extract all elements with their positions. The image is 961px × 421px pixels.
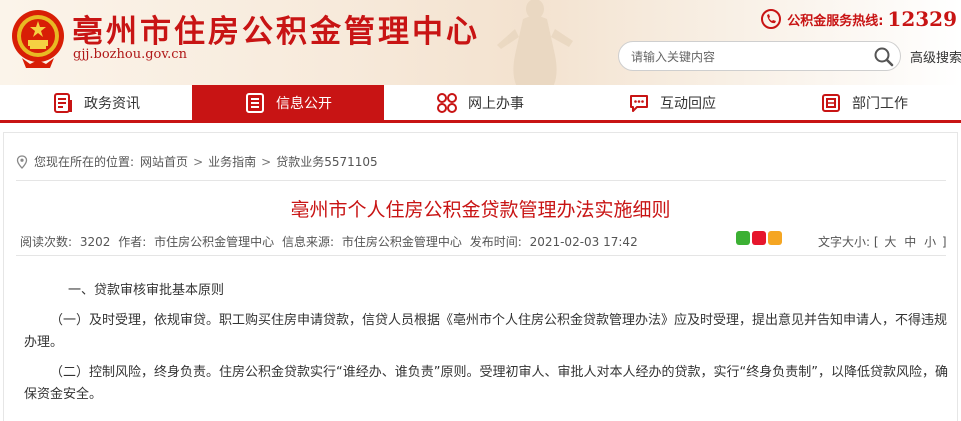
nav-item-online-services[interactable]: 网上办事 — [384, 85, 576, 120]
article-paragraph: （二）控制风险，终身负责。住房公积金贷款实行“谁经办、谁负责”原则。受理初审人、… — [24, 365, 948, 402]
weibo-share-icon[interactable] — [752, 231, 766, 245]
national-emblem-icon — [12, 10, 64, 68]
bracket-close: ] — [941, 235, 947, 249]
site-title: 亳州市住房公积金管理中心 — [72, 14, 480, 50]
divider — [16, 255, 946, 256]
search-input[interactable] — [631, 48, 861, 66]
hotline: 公积金服务热线: 12329 — [761, 7, 957, 31]
advanced-search-link[interactable]: 高级搜索 — [910, 47, 961, 66]
statue-silhouette-image — [497, 0, 573, 85]
source-value: 市住房公积金管理中心 — [341, 235, 462, 249]
hotline-label: 公积金服务热线: — [787, 13, 884, 29]
breadcrumb-home[interactable]: 网站首页 — [140, 153, 188, 170]
briefcase-icon — [822, 93, 840, 112]
site-header: 亳州市住房公积金管理中心 gjj.bozhou.gov.cn 公积金服务热线: … — [0, 0, 961, 85]
search-icon[interactable] — [872, 45, 896, 69]
nav-item-department-work[interactable]: 部门工作 — [768, 85, 960, 120]
font-size-medium-button[interactable]: 中 — [904, 235, 916, 249]
views-label: 阅读次数: — [20, 235, 73, 249]
breadcrumb-separator: > — [261, 154, 272, 169]
hotline-number: 12329 — [887, 7, 957, 31]
author-label: 作者: — [118, 235, 147, 249]
nav-item-news[interactable]: 政务资讯 — [0, 85, 192, 120]
font-size-control: 文字大小: [ 大 中 小 ] — [818, 233, 947, 250]
section-heading: 一、贷款审核审批基本原则 — [68, 283, 225, 298]
breadcrumb-loan[interactable]: 贷款业务5571105 — [276, 153, 377, 170]
phone-icon — [761, 9, 782, 29]
date-label: 发布时间: — [469, 235, 522, 249]
source-label: 信息来源: — [281, 235, 335, 249]
divider — [16, 180, 946, 181]
nav-label: 网上办事 — [468, 95, 524, 112]
nav-label: 信息公开 — [276, 95, 332, 112]
nav-label: 政务资讯 — [84, 95, 140, 112]
article-meta: 阅读次数: 3202 作者: 市住房公积金管理中心 信息来源: 市住房公积金管理… — [20, 233, 642, 250]
breadcrumb: 您现在所在的位置: 网站首页 > 业务指南 > 贷款业务5571105 — [16, 153, 378, 170]
bracket-open: [ — [873, 235, 879, 249]
font-size-small-button[interactable]: 小 — [924, 235, 936, 249]
nav-label: 部门工作 — [852, 95, 908, 112]
nav-item-interaction[interactable]: 互动回应 — [576, 85, 768, 120]
search-box — [618, 41, 901, 71]
article-paragraph: （一）及时受理，依规审贷。职工购买住房申请贷款，信贷人员根据《亳州市个人住房公积… — [24, 313, 948, 350]
font-size-large-button[interactable]: 大 — [884, 235, 896, 249]
article-panel: 您现在所在的位置: 网站首页 > 业务指南 > 贷款业务5571105 亳州市个… — [3, 132, 958, 421]
grid-icon — [437, 92, 457, 113]
article-title: 亳州市个人住房公积金贷款管理办法实施细则 — [290, 199, 671, 221]
breadcrumb-prefix: 您现在所在的位置: — [34, 155, 135, 169]
font-size-label: 文字大小: — [818, 235, 871, 249]
location-pin-icon — [16, 154, 28, 169]
author-value: 市住房公积金管理中心 — [154, 235, 275, 249]
share-buttons — [736, 231, 784, 245]
views-count: 3202 — [79, 235, 111, 249]
breadcrumb-separator: > — [193, 154, 204, 169]
breadcrumb-guide[interactable]: 业务指南 — [208, 153, 256, 170]
wechat-share-icon[interactable] — [736, 231, 750, 245]
article-body: 一、贷款审核审批基本原则 （一）及时受理，依规审贷。职工购买住房申请贷款，信贷人… — [24, 280, 948, 406]
date-value: 2021-02-03 17:42 — [529, 235, 638, 249]
site-domain: gjj.bozhou.gov.cn — [73, 47, 187, 62]
document-list-icon — [246, 92, 264, 113]
nav-item-info-disclosure[interactable]: 信息公开 — [192, 85, 384, 120]
chat-bubble-icon — [630, 94, 648, 112]
main-nav: 政务资讯 信息公开 网上办事 互动回应 部门工作 — [0, 85, 961, 123]
news-icon — [54, 92, 72, 113]
qzone-share-icon[interactable] — [768, 231, 782, 245]
nav-label: 互动回应 — [660, 95, 716, 112]
